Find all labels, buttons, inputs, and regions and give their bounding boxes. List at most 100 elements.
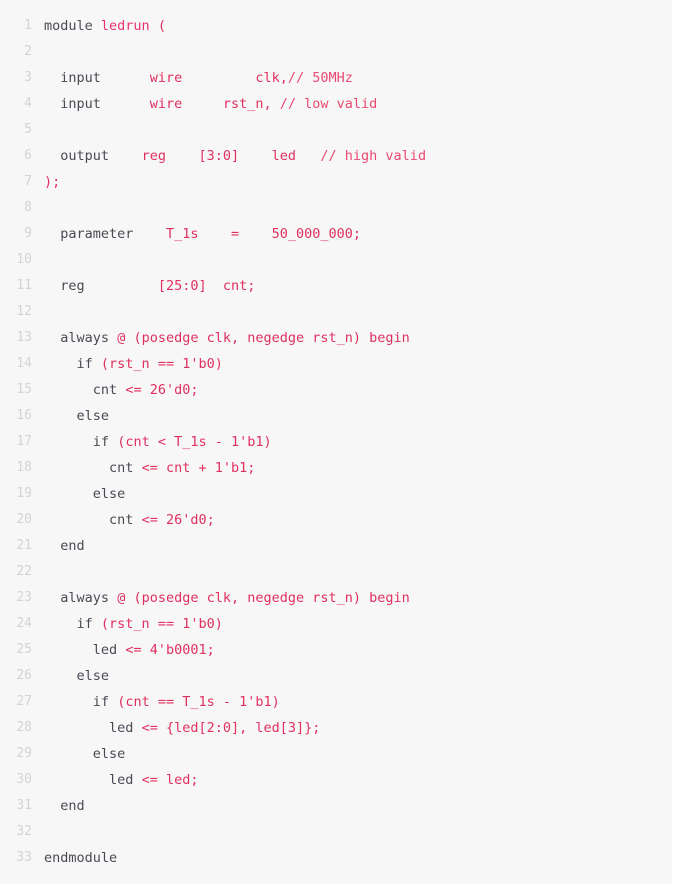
line-number: 4 (24, 96, 32, 111)
code-line[interactable]: 8 (0, 195, 676, 221)
code-token: if (76, 356, 93, 372)
line-code[interactable]: always @ (posedge clk, negedge rst_n) be… (32, 325, 676, 351)
line-code[interactable]: led <= 4'b0001; (32, 637, 676, 663)
code-token: <= {led[2:0], led[3]}; (141, 720, 321, 736)
code-line[interactable]: 16 else (0, 403, 676, 429)
code-line[interactable]: 20 cnt <= 26'd0; (0, 507, 676, 533)
code-line[interactable]: 11 reg [25:0] cnt; (0, 273, 676, 299)
code-line[interactable]: 27 if (cnt == T_1s - 1'b1) (0, 689, 676, 715)
code-line[interactable]: 22 (0, 559, 676, 585)
code-line[interactable]: 23 always @ (posedge clk, negedge rst_n)… (0, 585, 676, 611)
line-code[interactable]: if (cnt < T_1s - 1'b1) (32, 429, 676, 455)
line-code[interactable]: cnt <= 26'd0; (32, 507, 676, 533)
line-number: 28 (16, 720, 32, 735)
code-line[interactable]: 7); (0, 169, 676, 195)
code-token: if (76, 616, 93, 632)
code-token: parameter (60, 226, 134, 242)
code-line[interactable]: 4 input wire rst_n, // low valid (0, 91, 676, 117)
code-line[interactable]: 18 cnt <= cnt + 1'b1; (0, 455, 676, 481)
line-code[interactable]: reg [25:0] cnt; (32, 273, 676, 299)
code-line[interactable]: 29 else (0, 741, 676, 767)
code-token: ledrun (100, 18, 150, 34)
code-token: if (92, 434, 110, 450)
line-code[interactable]: endmodule (32, 845, 676, 871)
line-code[interactable]: ); (32, 169, 676, 195)
code-line[interactable]: 21 end (0, 533, 676, 559)
code-token: reg (60, 278, 85, 294)
code-line[interactable]: 5 (0, 117, 676, 143)
code-token: led (109, 720, 134, 736)
line-code[interactable]: input wire clk,// 50MHz (32, 65, 676, 91)
line-code[interactable]: else (32, 403, 676, 429)
line-code[interactable]: end (32, 533, 676, 559)
code-token: else (92, 486, 126, 502)
code-line[interactable]: 24 if (rst_n == 1'b0) (0, 611, 676, 637)
line-code[interactable]: if (rst_n == 1'b0) (32, 351, 676, 377)
viewer-right-edge (672, 0, 676, 884)
code-line[interactable]: 25 led <= 4'b0001; (0, 637, 676, 663)
line-number: 25 (16, 642, 32, 657)
line-code[interactable]: end (32, 793, 676, 819)
code-token: end (60, 798, 85, 814)
line-code[interactable]: module ledrun ( (32, 13, 676, 39)
code-line[interactable]: 19 else (0, 481, 676, 507)
code-token: <= led; (141, 772, 199, 788)
code-line[interactable]: 26 else (0, 663, 676, 689)
code-line[interactable]: 12 (0, 299, 676, 325)
line-code[interactable]: else (32, 481, 676, 507)
code-line[interactable]: 31 end (0, 793, 676, 819)
code-token: <= 26'd0; (125, 382, 199, 398)
line-code[interactable]: if (rst_n == 1'b0) (32, 611, 676, 637)
code-line[interactable]: 32 (0, 819, 676, 845)
code-token: cnt; (222, 278, 256, 294)
code-line[interactable]: 9 parameter T_1s = 50_000_000; (0, 221, 676, 247)
line-code[interactable]: led <= led; (32, 767, 676, 793)
code-line[interactable]: 6 output reg [3:0] led // high valid (0, 143, 676, 169)
code-token: always (60, 590, 110, 606)
line-code[interactable]: else (32, 741, 676, 767)
code-line[interactable]: 1 module ledrun ( (0, 13, 676, 39)
line-code[interactable]: cnt <= cnt + 1'b1; (32, 455, 676, 481)
code-token: else (92, 746, 126, 762)
code-line[interactable]: 14 if (rst_n == 1'b0) (0, 351, 676, 377)
line-code[interactable]: parameter T_1s = 50_000_000; (32, 221, 676, 247)
code-line[interactable]: 2 (0, 39, 676, 65)
code-line[interactable]: 15 cnt <= 26'd0; (0, 377, 676, 403)
line-code[interactable]: always @ (posedge clk, negedge rst_n) be… (32, 585, 676, 611)
code-token: rst_n, (222, 96, 272, 112)
line-code[interactable]: if (cnt == T_1s - 1'b1) (32, 689, 676, 715)
line-number: 17 (16, 434, 32, 449)
line-number: 32 (16, 824, 32, 839)
line-number: 22 (16, 564, 32, 579)
line-number: 12 (16, 304, 32, 319)
code-line[interactable]: 33 endmodule (0, 845, 676, 871)
code-line[interactable]: 30 led <= led; (0, 767, 676, 793)
code-line[interactable]: 28 led <= {led[2:0], led[3]}; (0, 715, 676, 741)
code-line-list: 1 module ledrun (2 3 input wire clk,// 50M… (0, 13, 676, 871)
code-line[interactable]: 10 (0, 247, 676, 273)
line-number: 26 (16, 668, 32, 683)
code-line[interactable]: 17 if (cnt < T_1s - 1'b1) (0, 429, 676, 455)
code-token: cnt (109, 512, 134, 528)
line-code[interactable]: else (32, 663, 676, 689)
line-number: 30 (16, 772, 32, 787)
code-token: input (60, 70, 101, 86)
line-code[interactable]: led <= {led[2:0], led[3]}; (32, 715, 676, 741)
line-code[interactable]: cnt <= 26'd0; (32, 377, 676, 403)
line-number: 5 (24, 122, 32, 137)
code-line[interactable]: 13 always @ (posedge clk, negedge rst_n)… (0, 325, 676, 351)
code-line[interactable]: 3 input wire clk,// 50MHz (0, 65, 676, 91)
line-code[interactable]: input wire rst_n, // low valid (32, 91, 676, 117)
line-code[interactable]: output reg [3:0] led // high valid (32, 143, 676, 169)
code-viewer[interactable]: 1 module ledrun (2 3 input wire clk,// 50M… (0, 0, 676, 884)
